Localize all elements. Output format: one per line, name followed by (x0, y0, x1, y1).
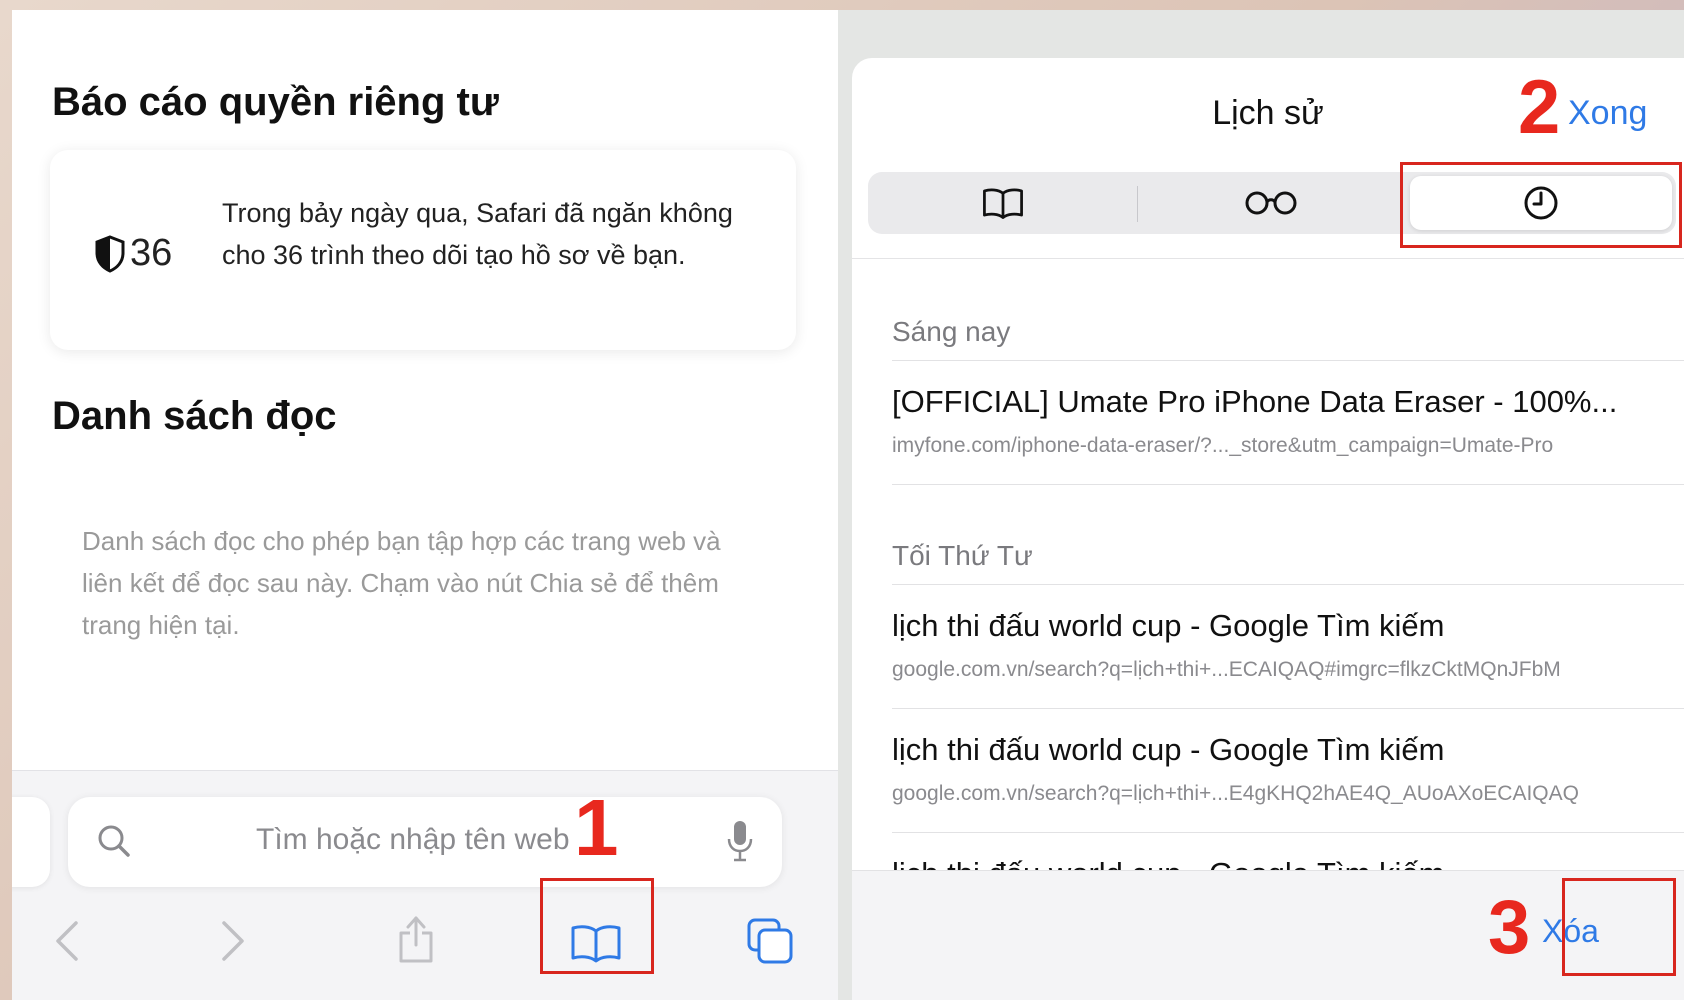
reading-list-description: Danh sách đọc cho phép bạn tập hợp các t… (82, 526, 721, 640)
row-separator (892, 484, 1684, 485)
history-item-title: [OFFICIAL] Umate Pro iPhone Data Eraser … (892, 384, 1618, 419)
bookmarks-highlight-box (540, 878, 654, 974)
history-bottom-bar: Xóa (852, 870, 1684, 1000)
privacy-report-title: Báo cáo quyền riêng tư (52, 80, 499, 124)
row-separator (892, 584, 1684, 585)
address-search-field[interactable]: Tìm hoặc nhập tên web (68, 797, 782, 887)
history-tab-highlight-box (1400, 162, 1682, 248)
search-placeholder: Tìm hoặc nhập tên web (256, 823, 570, 856)
bookmarks-icon (983, 188, 1023, 219)
clear-button-highlight-box (1562, 878, 1676, 976)
privacy-report-card[interactable]: 36 Trong bảy ngày qua, Safari đã ngăn kh… (50, 150, 796, 350)
header-separator (852, 258, 1684, 259)
history-item[interactable]: lịch thi đấu world cup - Google Tìm kiếm… (892, 732, 1672, 806)
shield-icon (95, 234, 125, 273)
history-section-header: Sáng nay (892, 316, 1011, 347)
row-separator (892, 708, 1684, 709)
tab-bookmarks[interactable] (872, 176, 1134, 230)
history-item-url: google.com.vn/search?q=lịch+thi+...ECAIQ… (892, 658, 1561, 681)
history-section-header: Tối Thứ Tư (892, 540, 1033, 571)
history-item-url: imyfone.com/iphone-data-eraser/?..._stor… (892, 434, 1554, 457)
row-separator (892, 832, 1684, 833)
row-separator (892, 360, 1684, 361)
forward-icon[interactable] (218, 919, 248, 963)
tracker-count: 36 (94, 232, 172, 275)
search-icon (98, 825, 130, 857)
tracker-count-value: 36 (130, 232, 173, 274)
reading-list-icon (1245, 191, 1297, 215)
history-item-url: google.com.vn/search?q=lịch+thi+...E4gKH… (892, 782, 1579, 805)
previous-tab-preview[interactable] (12, 797, 50, 887)
safari-toolbar: Tìm hoặc nhập tên web (12, 770, 838, 1000)
share-icon[interactable] (396, 913, 436, 965)
history-item[interactable]: [OFFICIAL] Umate Pro iPhone Data Eraser … (892, 384, 1672, 458)
step-2-label: 2 (1518, 65, 1561, 150)
microphone-icon[interactable] (726, 819, 754, 863)
history-item[interactable]: lịch thi đấu world cup - Google Tìm kiếm… (892, 608, 1672, 682)
tabs-icon[interactable] (746, 917, 794, 965)
tab-reading-list[interactable] (1140, 176, 1402, 230)
done-button[interactable]: Xong (1568, 94, 1647, 133)
step-3-label: 3 (1488, 885, 1531, 970)
segment-divider (1137, 186, 1138, 222)
privacy-report-text: Trong bảy ngày qua, Safari đã ngăn không… (222, 198, 733, 270)
safari-start-page: Báo cáo quyền riêng tư 36 Trong bảy ngày… (12, 10, 838, 1000)
history-item-title: lịch thi đấu world cup - Google Tìm kiếm (892, 608, 1445, 643)
history-item-title: lịch thi đấu world cup - Google Tìm kiếm (892, 732, 1445, 767)
step-1-label: 1 (574, 783, 619, 872)
reading-list-title: Danh sách đọc (52, 394, 337, 438)
back-icon[interactable] (52, 919, 82, 963)
